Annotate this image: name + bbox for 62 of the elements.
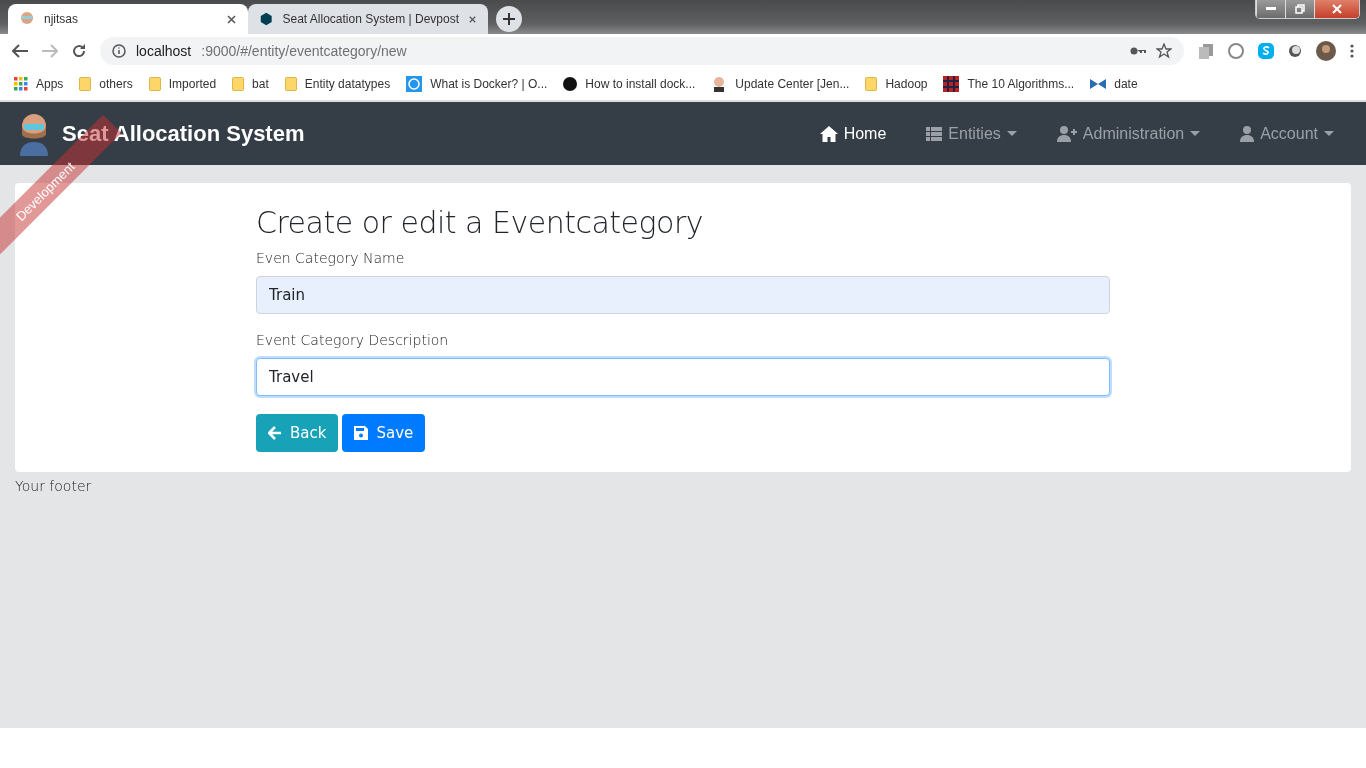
avatar-icon bbox=[1316, 41, 1336, 61]
avatar-icon bbox=[20, 11, 34, 27]
text-field[interactable]: Travel bbox=[256, 358, 1110, 396]
bookmark[interactable]: Hadoop bbox=[865, 77, 928, 91]
bookmark[interactable]: Imported bbox=[148, 77, 217, 91]
folder-icon bbox=[284, 77, 297, 91]
folder-icon bbox=[79, 77, 92, 91]
circle-logo-icon bbox=[563, 77, 578, 91]
copy-icon bbox=[1198, 43, 1214, 59]
minimize-icon bbox=[1266, 7, 1276, 11]
bookmark[interactable]: How to install dock... bbox=[563, 77, 696, 91]
bookmark[interactable]: Entity datatypes bbox=[284, 77, 391, 91]
back-arrow-icon[interactable] bbox=[12, 44, 28, 58]
field-label: Even Category Name bbox=[256, 250, 405, 266]
folder-icon bbox=[865, 77, 878, 91]
browser-tab[interactable]: Seat Allocation System | Devpost bbox=[248, 4, 488, 34]
bookmark[interactable]: bat bbox=[232, 77, 269, 91]
reload-icon[interactable] bbox=[72, 44, 86, 58]
minimize-button[interactable] bbox=[1256, 0, 1285, 18]
address-bar[interactable]: localhost :9000/#/entity/eventcategory/new bbox=[100, 37, 1184, 65]
plus-icon bbox=[503, 13, 515, 25]
nav-link[interactable]: Entities bbox=[926, 124, 1017, 143]
more-icon bbox=[1350, 44, 1354, 58]
user-icon bbox=[1240, 125, 1255, 142]
bookmark[interactable]: Apps bbox=[14, 77, 64, 91]
bookmark[interactable]: Update Center [Jen... bbox=[711, 76, 850, 92]
bookmark[interactable]: date bbox=[1090, 77, 1138, 91]
user-plus-icon bbox=[1056, 125, 1077, 142]
close-window-button[interactable] bbox=[1314, 0, 1359, 18]
arrow-left-icon bbox=[268, 426, 282, 440]
circle-icon bbox=[1288, 44, 1302, 58]
close-icon bbox=[469, 14, 476, 24]
close-icon bbox=[227, 14, 236, 24]
text-field[interactable]: Train bbox=[256, 276, 1110, 314]
info-icon bbox=[112, 44, 126, 58]
folder-icon bbox=[148, 77, 161, 91]
restore-icon bbox=[1295, 4, 1305, 14]
folder-icon bbox=[232, 77, 245, 91]
brand-title[interactable]: Seat Allocation System bbox=[62, 120, 305, 147]
new-tab-button[interactable] bbox=[496, 6, 522, 32]
bookmark[interactable]: What is Docker? | O... bbox=[406, 76, 548, 92]
key-icon bbox=[1130, 46, 1146, 56]
save-icon bbox=[354, 426, 369, 440]
footer-text: Your footer bbox=[15, 478, 92, 494]
close-icon bbox=[1332, 4, 1342, 14]
nav-link[interactable]: Administration bbox=[1056, 124, 1201, 143]
apps-grid-icon bbox=[14, 77, 28, 91]
page-title: Create or edit a Eventcategory bbox=[256, 205, 704, 240]
home-icon bbox=[819, 125, 838, 142]
nav-link[interactable]: Account bbox=[1240, 124, 1334, 143]
grid-icon bbox=[943, 76, 960, 92]
browser-tab[interactable]: njitsas bbox=[8, 4, 248, 34]
bookmark[interactable]: The 10 Algorithms... bbox=[943, 76, 1075, 92]
star-icon bbox=[1156, 43, 1172, 59]
restore-button[interactable] bbox=[1285, 0, 1314, 18]
hexagon-logo-icon bbox=[260, 11, 273, 27]
field-label: Event Category Description bbox=[256, 332, 449, 348]
list-icon bbox=[926, 126, 943, 141]
nav-link[interactable]: Home bbox=[819, 124, 887, 143]
save-button[interactable]: Save bbox=[342, 414, 426, 452]
bow-tie-icon bbox=[1090, 79, 1107, 89]
bookmark[interactable]: others bbox=[79, 77, 133, 91]
